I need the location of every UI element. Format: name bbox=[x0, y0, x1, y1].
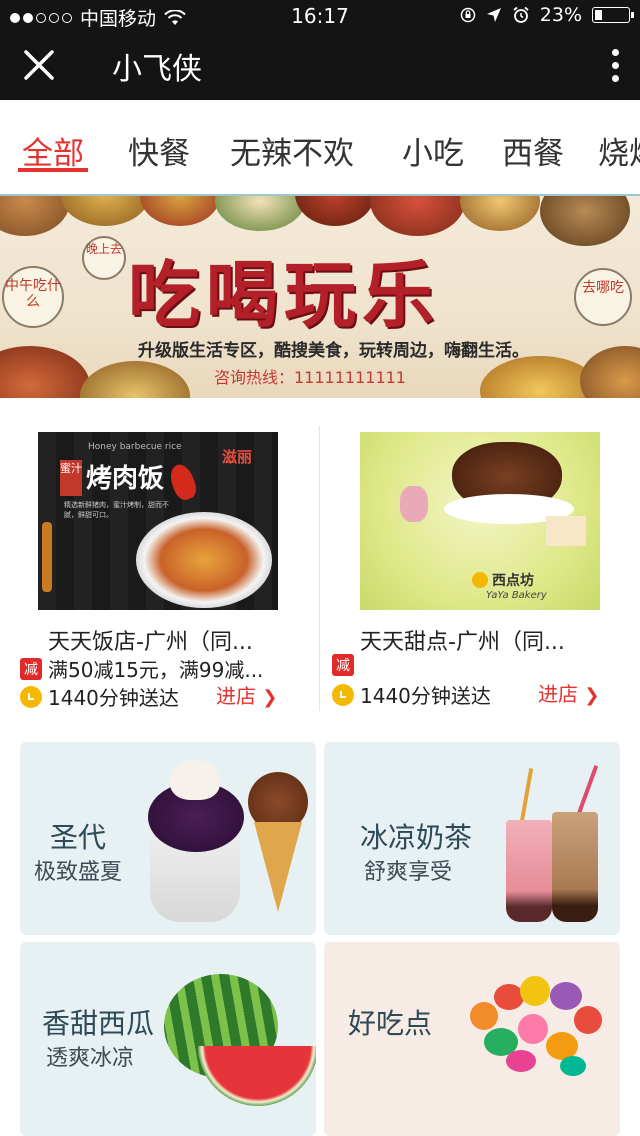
shop-image: 蜜汁 Honey barbecue rice 烤肉饭 精选新鲜猪肉，蜜汁烤制，甜… bbox=[38, 432, 278, 610]
shop-name[interactable]: 天天甜点-广州（同... bbox=[360, 624, 565, 656]
discount-badge-icon: 减 bbox=[20, 657, 42, 680]
tab-all[interactable]: 全部 bbox=[22, 128, 84, 173]
tile-subtitle: 舒爽享受 bbox=[364, 860, 453, 885]
shop-delivery: 1440分钟送达 bbox=[20, 682, 179, 711]
delivery-time: 1440分钟送达 bbox=[48, 686, 179, 710]
promo-tile-sundae[interactable]: 圣代 极致盛夏 bbox=[20, 742, 316, 935]
banner-headline: 吃喝玩乐 bbox=[128, 252, 441, 337]
tile-title: 圣代 bbox=[50, 821, 107, 854]
battery-icon bbox=[592, 7, 634, 23]
nav-bar: 小飞侠 bbox=[0, 30, 640, 100]
shop-promo: 减 满50减15元，满99减... bbox=[20, 654, 263, 683]
food-plate-image bbox=[540, 196, 630, 246]
chevron-right-icon: ❯ bbox=[584, 685, 600, 706]
food-plate-image bbox=[215, 196, 305, 231]
food-plate-image bbox=[0, 196, 70, 236]
tile-title: 香甜西瓜 bbox=[42, 1007, 155, 1040]
tile-title: 好吃点 bbox=[348, 1007, 433, 1040]
location-arrow-icon bbox=[486, 8, 501, 22]
delivery-time: 1440分钟送达 bbox=[360, 684, 491, 708]
close-button[interactable] bbox=[18, 44, 60, 86]
speech-bubble: 中午吃什么 bbox=[2, 266, 64, 328]
status-bar: 中国移动 16:17 23% bbox=[0, 0, 640, 30]
shop-list: 蜜汁 Honey barbecue rice 烤肉饭 精选新鲜猪肉，蜜汁烤制，甜… bbox=[0, 398, 640, 720]
enter-shop-label: 进店 bbox=[216, 684, 256, 708]
tab-spicy[interactable]: 无辣不欢 bbox=[230, 128, 354, 173]
shop-promo: 减 bbox=[332, 654, 354, 676]
food-plate-image bbox=[80, 361, 190, 398]
active-tab-indicator bbox=[18, 168, 88, 172]
clock-icon bbox=[20, 685, 42, 708]
rotation-lock-icon bbox=[460, 7, 476, 23]
category-tabs: 全部 快餐 无辣不欢 小吃 西餐 烧烤 bbox=[0, 100, 640, 196]
speech-bubble: 去哪吃 bbox=[574, 268, 632, 326]
food-plate-image bbox=[295, 196, 375, 226]
shop-image: 西点坊 YaYa Bakery bbox=[360, 432, 600, 610]
enter-shop-link[interactable]: 进店 ❯ bbox=[216, 680, 277, 709]
tile-title: 冰凉奶茶 bbox=[360, 821, 473, 854]
food-plate-image bbox=[140, 196, 220, 226]
tab-fast-food[interactable]: 快餐 bbox=[128, 128, 190, 173]
divider bbox=[319, 426, 320, 711]
food-plate-image bbox=[460, 196, 540, 231]
battery-percent: 23% bbox=[539, 4, 582, 26]
top-bar: 中国移动 16:17 23% 小飞侠 bbox=[0, 0, 640, 100]
more-button[interactable] bbox=[608, 44, 622, 86]
tab-bbq[interactable]: 烧烤 bbox=[598, 128, 640, 173]
clock-icon bbox=[332, 683, 354, 706]
speech-bubble: 晚上去 bbox=[82, 236, 126, 280]
food-plate-image bbox=[60, 196, 150, 226]
promo-text: 满50减15元，满99减... bbox=[48, 658, 264, 682]
enter-shop-link[interactable]: 进店 ❯ bbox=[538, 678, 599, 707]
banner-hotline: 咨询热线：11111111111 bbox=[214, 368, 406, 387]
food-plate-image bbox=[370, 196, 465, 236]
shop-delivery: 1440分钟送达 bbox=[332, 680, 491, 709]
page-title: 小飞侠 bbox=[112, 52, 202, 87]
tile-subtitle: 透爽冰凉 bbox=[46, 1046, 135, 1071]
enter-shop-label: 进店 bbox=[538, 682, 578, 706]
promo-tile-snacks[interactable]: 好吃点 bbox=[324, 942, 620, 1136]
tile-subtitle: 极致盛夏 bbox=[34, 860, 123, 885]
alarm-icon bbox=[513, 6, 529, 23]
shop-name[interactable]: 天天饭店-广州（同... bbox=[48, 624, 253, 656]
more-vertical-icon bbox=[608, 44, 622, 82]
food-plate-image bbox=[580, 346, 640, 398]
banner-subtitle: 升级版生活专区，酷搜美食，玩转周边，嗨翻生活。 bbox=[138, 341, 529, 361]
tab-western[interactable]: 西餐 bbox=[502, 128, 564, 173]
tab-snacks[interactable]: 小吃 bbox=[402, 128, 464, 173]
promo-tile-watermelon[interactable]: 香甜西瓜 透爽冰凉 bbox=[20, 942, 316, 1136]
promo-tile-milk-tea[interactable]: 冰凉奶茶 舒爽享受 bbox=[324, 742, 620, 935]
chevron-right-icon: ❯ bbox=[262, 687, 278, 708]
close-icon bbox=[24, 50, 54, 80]
food-plate-image bbox=[0, 346, 90, 398]
discount-badge-icon: 减 bbox=[332, 654, 354, 676]
promo-banner[interactable]: 中午吃什么 晚上去 去哪吃 吃喝玩乐 升级版生活专区，酷搜美食，玩转周边，嗨翻生… bbox=[0, 196, 640, 398]
